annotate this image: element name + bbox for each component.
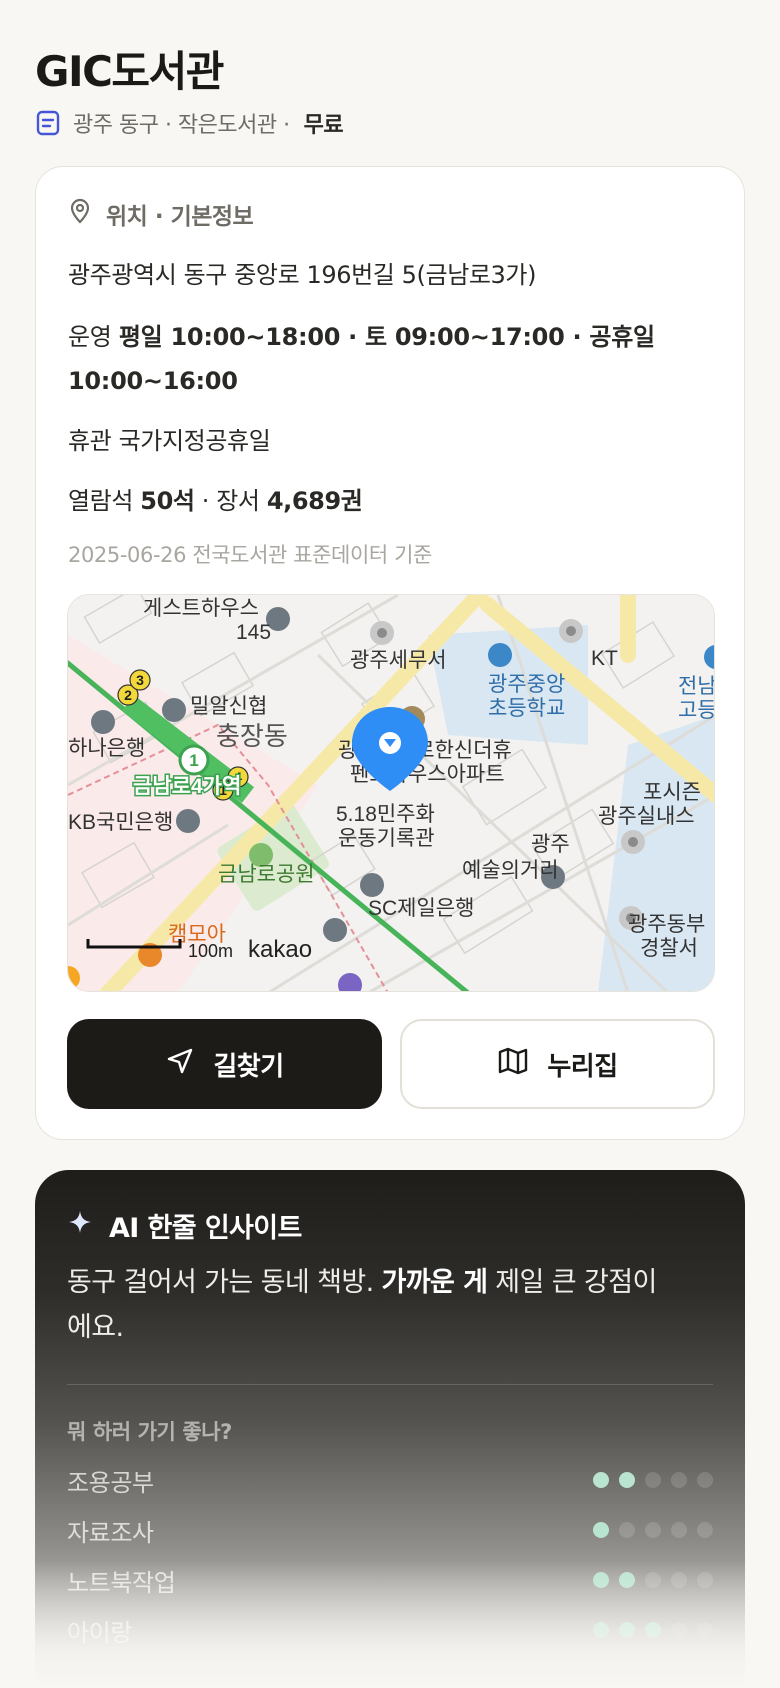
map-label-art-1: 광주: [531, 833, 570, 856]
map-label-park: 금남로공원: [218, 863, 315, 886]
ai-text-pre: 동구 걸어서 가는 동네 책방.: [67, 1267, 382, 1298]
directions-button[interactable]: 길찾기: [67, 1019, 382, 1109]
map-label-milal: 밀알신협: [190, 695, 267, 718]
rating-dot-empty: [671, 1522, 687, 1538]
map-label-police-1: 광주동부: [628, 913, 705, 936]
map-label-police-2: 경찰서: [640, 937, 698, 960]
rating-dot-empty: [645, 1522, 661, 1538]
ai-text-bold: 가까운 게: [381, 1267, 488, 1298]
rating-dot-empty: [671, 1622, 687, 1638]
rating-dot-filled: [619, 1472, 635, 1488]
map-exit-3: 3: [136, 672, 144, 688]
closed-value: 국가지정공휴일: [118, 427, 271, 455]
seats-value: 50석: [140, 487, 195, 515]
rating-dot-filled: [593, 1472, 609, 1488]
rating-dots: [593, 1522, 713, 1538]
map-label-chungjang: 충장동: [216, 721, 288, 751]
ai-insight-text: 동구 걸어서 가는 동네 책방. 가까운 게 제일 큰 강점이에요.: [67, 1260, 667, 1350]
map-exit-2: 2: [124, 687, 132, 703]
map-label-art-2: 예술의거리: [462, 859, 559, 882]
info-card-heading: 위치 · 기본정보: [68, 197, 254, 231]
rating-dot-filled: [593, 1572, 609, 1588]
ai-insight-card: AI 한줄 인사이트 동구 걸어서 가는 동네 책방. 가까운 게 제일 큰 강…: [35, 1170, 745, 1688]
map-label-school-edge-1: 전남: [678, 675, 715, 698]
hours-label: 운영: [68, 323, 112, 351]
rating-dot-empty: [697, 1472, 713, 1488]
library-meta: 광주 동구 · 작은도서관 · 무료: [35, 106, 344, 140]
activity-row: 조용공부: [67, 1465, 713, 1497]
hours-value: 평일 10:00~18:00 · 토 09:00~17:00 · 공휴일 10:…: [68, 323, 655, 395]
map-label-kt: KT: [591, 647, 618, 670]
sparkle-icon: [67, 1209, 93, 1242]
map-label-hana: 하나은행: [68, 737, 145, 760]
address: 광주광역시 동구 중앙로 196번길 5(금남로3가): [68, 261, 537, 289]
map-label-memorial-2: 운동기록관: [338, 827, 435, 850]
fee-label: 무료: [303, 113, 344, 138]
ai-insight-subtitle: 뭐 하러 가기 좋나?: [67, 1420, 232, 1444]
map-icon: [497, 1046, 529, 1083]
books-label: · 장서: [201, 487, 260, 515]
rating-dot-empty: [671, 1472, 687, 1488]
activity-label: 조용공부: [67, 1468, 154, 1497]
data-source-note: 2025-06-26 전국도서관 표준데이터 기준: [68, 543, 432, 567]
rating-dot-empty: [697, 1622, 713, 1638]
directions-label: 길찾기: [213, 1051, 284, 1082]
closed-days: 휴관 국가지정공휴일: [68, 421, 271, 456]
activity-row: 아이랑: [67, 1615, 713, 1647]
location-map[interactable]: 2 3 4 1 1 게스트하우스 145 광주세무서 KT 밀알신협 하나은행 …: [67, 594, 715, 992]
map-label-sc-bank: SC제일은행: [368, 897, 474, 920]
opening-hours: 운영 평일 10:00~18:00 · 토 09:00~17:00 · 공휴일 …: [68, 315, 708, 403]
map-label-fourseasons-1: 포시즌: [643, 781, 701, 804]
seats-books: 열람석 50석 · 장서 4,689권: [68, 481, 363, 516]
rating-dot-filled: [619, 1572, 635, 1588]
map-line-number: 1: [189, 751, 198, 770]
map-label-fourseasons-2: 광주실내스: [598, 805, 695, 828]
map-label-kb: KB국민은행: [68, 811, 173, 834]
info-card: 위치 · 기본정보 광주광역시 동구 중앙로 196번길 5(금남로3가) 운영…: [35, 166, 745, 1140]
activity-row: 노트북작업: [67, 1565, 713, 1597]
rating-dot-filled: [593, 1622, 609, 1638]
activity-row: 자료조사: [67, 1515, 713, 1547]
rating-dot-filled: [619, 1622, 635, 1638]
rating-dots: [593, 1622, 713, 1638]
rating-dots: [593, 1572, 713, 1588]
activity-label: 노트북작업: [67, 1568, 176, 1597]
map-label-school-1: 광주중앙: [488, 673, 565, 696]
rating-dots: [593, 1472, 713, 1488]
closed-label: 휴관: [68, 427, 112, 455]
activity-label: 자료조사: [67, 1518, 154, 1547]
map-label-guesthouse-no: 145: [236, 621, 271, 644]
ai-insight-heading: AI 한줄 인사이트: [67, 1206, 302, 1245]
info-heading-text: 위치 · 기본정보: [106, 204, 254, 230]
homepage-label: 누리집: [547, 1051, 618, 1082]
map-label-school-2: 초등학교: [488, 697, 565, 720]
rating-dot-filled: [645, 1622, 661, 1638]
rating-dot-empty: [671, 1572, 687, 1588]
navigation-arrow-icon: [165, 1046, 195, 1083]
rating-dot-empty: [645, 1572, 661, 1588]
rating-dot-empty: [619, 1522, 635, 1538]
rating-dot-empty: [697, 1572, 713, 1588]
rating-dot-filled: [593, 1522, 609, 1538]
page-title: GIC도서관: [35, 47, 224, 96]
homepage-button[interactable]: 누리집: [400, 1019, 715, 1109]
document-icon: [35, 110, 61, 136]
rating-dot-empty: [645, 1472, 661, 1488]
activity-label: 아이랑: [67, 1618, 133, 1647]
seats-label: 열람석: [68, 487, 134, 515]
books-value: 4,689권: [266, 487, 363, 515]
map-scale-label: 100m: [188, 941, 233, 961]
map-label-tax-office: 광주세무서: [350, 649, 447, 672]
map-label-school-edge-2: 고등: [678, 699, 715, 722]
map-label-station: 금남로4가역: [133, 775, 241, 798]
divider: [67, 1384, 713, 1385]
rating-dot-empty: [697, 1522, 713, 1538]
map-brand-kakao: kakao: [248, 936, 312, 963]
ai-insight-title: AI 한줄 인사이트: [109, 1213, 302, 1244]
location-pin-icon: [68, 198, 92, 230]
library-region-type: 광주 동구 · 작은도서관 ·: [73, 113, 290, 138]
map-label-memorial-1: 5.18민주화: [336, 803, 435, 826]
map-label-guesthouse: 게스트하우스: [143, 597, 259, 620]
